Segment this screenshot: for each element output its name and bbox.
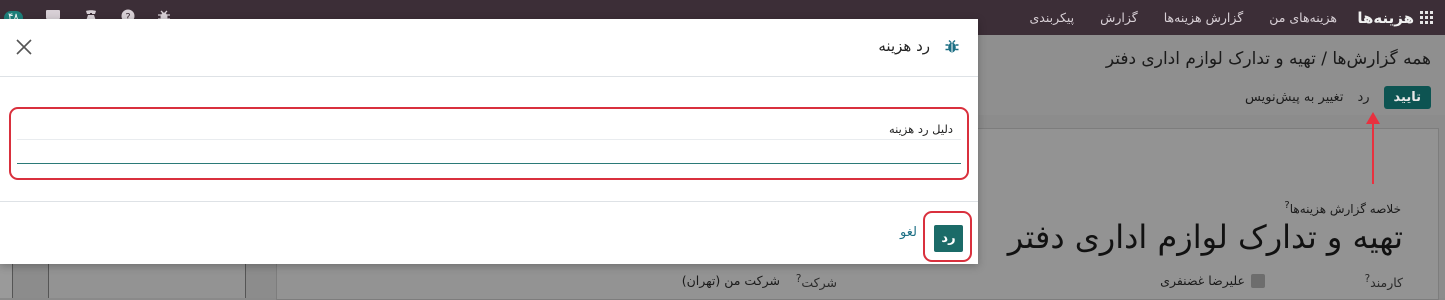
employee-field[interactable]: علیرضا غضنفری (1160, 273, 1265, 288)
breadcrumb-parent[interactable]: همه گزارش‌ها (1332, 49, 1431, 69)
menu-item-expense-reports[interactable]: گزارش هزینه‌ها (1164, 10, 1243, 25)
dialog-title: رد هزینه (878, 37, 930, 55)
grid-icon[interactable] (1420, 11, 1433, 24)
approve-button[interactable]: تایید (1383, 86, 1431, 109)
company-label-text: شرکت (801, 275, 837, 291)
close-icon[interactable] (14, 37, 34, 57)
reason-field-highlight: دلیل رد هزینه (9, 107, 969, 180)
breadcrumb-current: تهیه و تدارک لوازم اداری دفتر (1105, 49, 1316, 69)
app-brand[interactable]: هزینه‌ها (1357, 0, 1433, 35)
menu-item-my-expenses[interactable]: هزینه‌های من (1269, 10, 1337, 25)
cancel-button[interactable]: لغو (900, 225, 917, 240)
company-label: شرکت? (796, 273, 837, 290)
employee-label: کارمند? (1365, 273, 1403, 290)
avatar (1251, 273, 1265, 288)
dialog-footer: رد لغو (0, 201, 978, 265)
summary-title[interactable]: تهیه و تدارک لوازم اداری دفتر (1008, 218, 1403, 256)
menu-item-reporting[interactable]: گزارش (1100, 10, 1138, 25)
dialog-header: رد هزینه (0, 19, 978, 77)
breadcrumb: همه گزارش‌ها / تهیه و تدارک لوازم اداری … (1106, 49, 1431, 69)
action-buttons: تایید رد تغییر به پیش‌نویس (1245, 86, 1431, 109)
app-name: هزینه‌ها (1357, 8, 1414, 27)
summary-label-text: خلاصه گزارش هزینه‌ها (1289, 202, 1401, 216)
reject-expense-dialog: رد هزینه دلیل رد هزینه رد لغو (0, 19, 978, 264)
reset-to-draft-button[interactable]: تغییر به پیش‌نویس (1245, 90, 1343, 105)
main-menu: هزینه‌های من گزارش هزینه‌ها گزارش پیکربن… (1029, 0, 1337, 35)
reject-button-highlight: رد (923, 211, 972, 262)
reason-label: دلیل رد هزینه (888, 122, 953, 136)
reason-input[interactable] (17, 143, 961, 164)
bug-icon[interactable] (944, 38, 960, 54)
reject-button[interactable]: رد (934, 225, 963, 252)
summary-label: خلاصه گزارش هزینه‌ها? (1284, 200, 1401, 216)
menu-item-configuration[interactable]: پیکربندی (1029, 10, 1074, 25)
reject-action-button[interactable]: رد (1357, 90, 1369, 105)
dialog-body: دلیل رد هزینه (0, 77, 978, 201)
breadcrumb-separator: / (1321, 49, 1327, 69)
annotation-arrow-line (1372, 122, 1374, 184)
employee-label-text: کارمند (1370, 275, 1403, 291)
employee-name: علیرضا غضنفری (1160, 273, 1245, 288)
company-field[interactable]: شرکت من (تهران) (682, 273, 780, 288)
left-panel (48, 264, 246, 298)
divider (17, 139, 961, 140)
